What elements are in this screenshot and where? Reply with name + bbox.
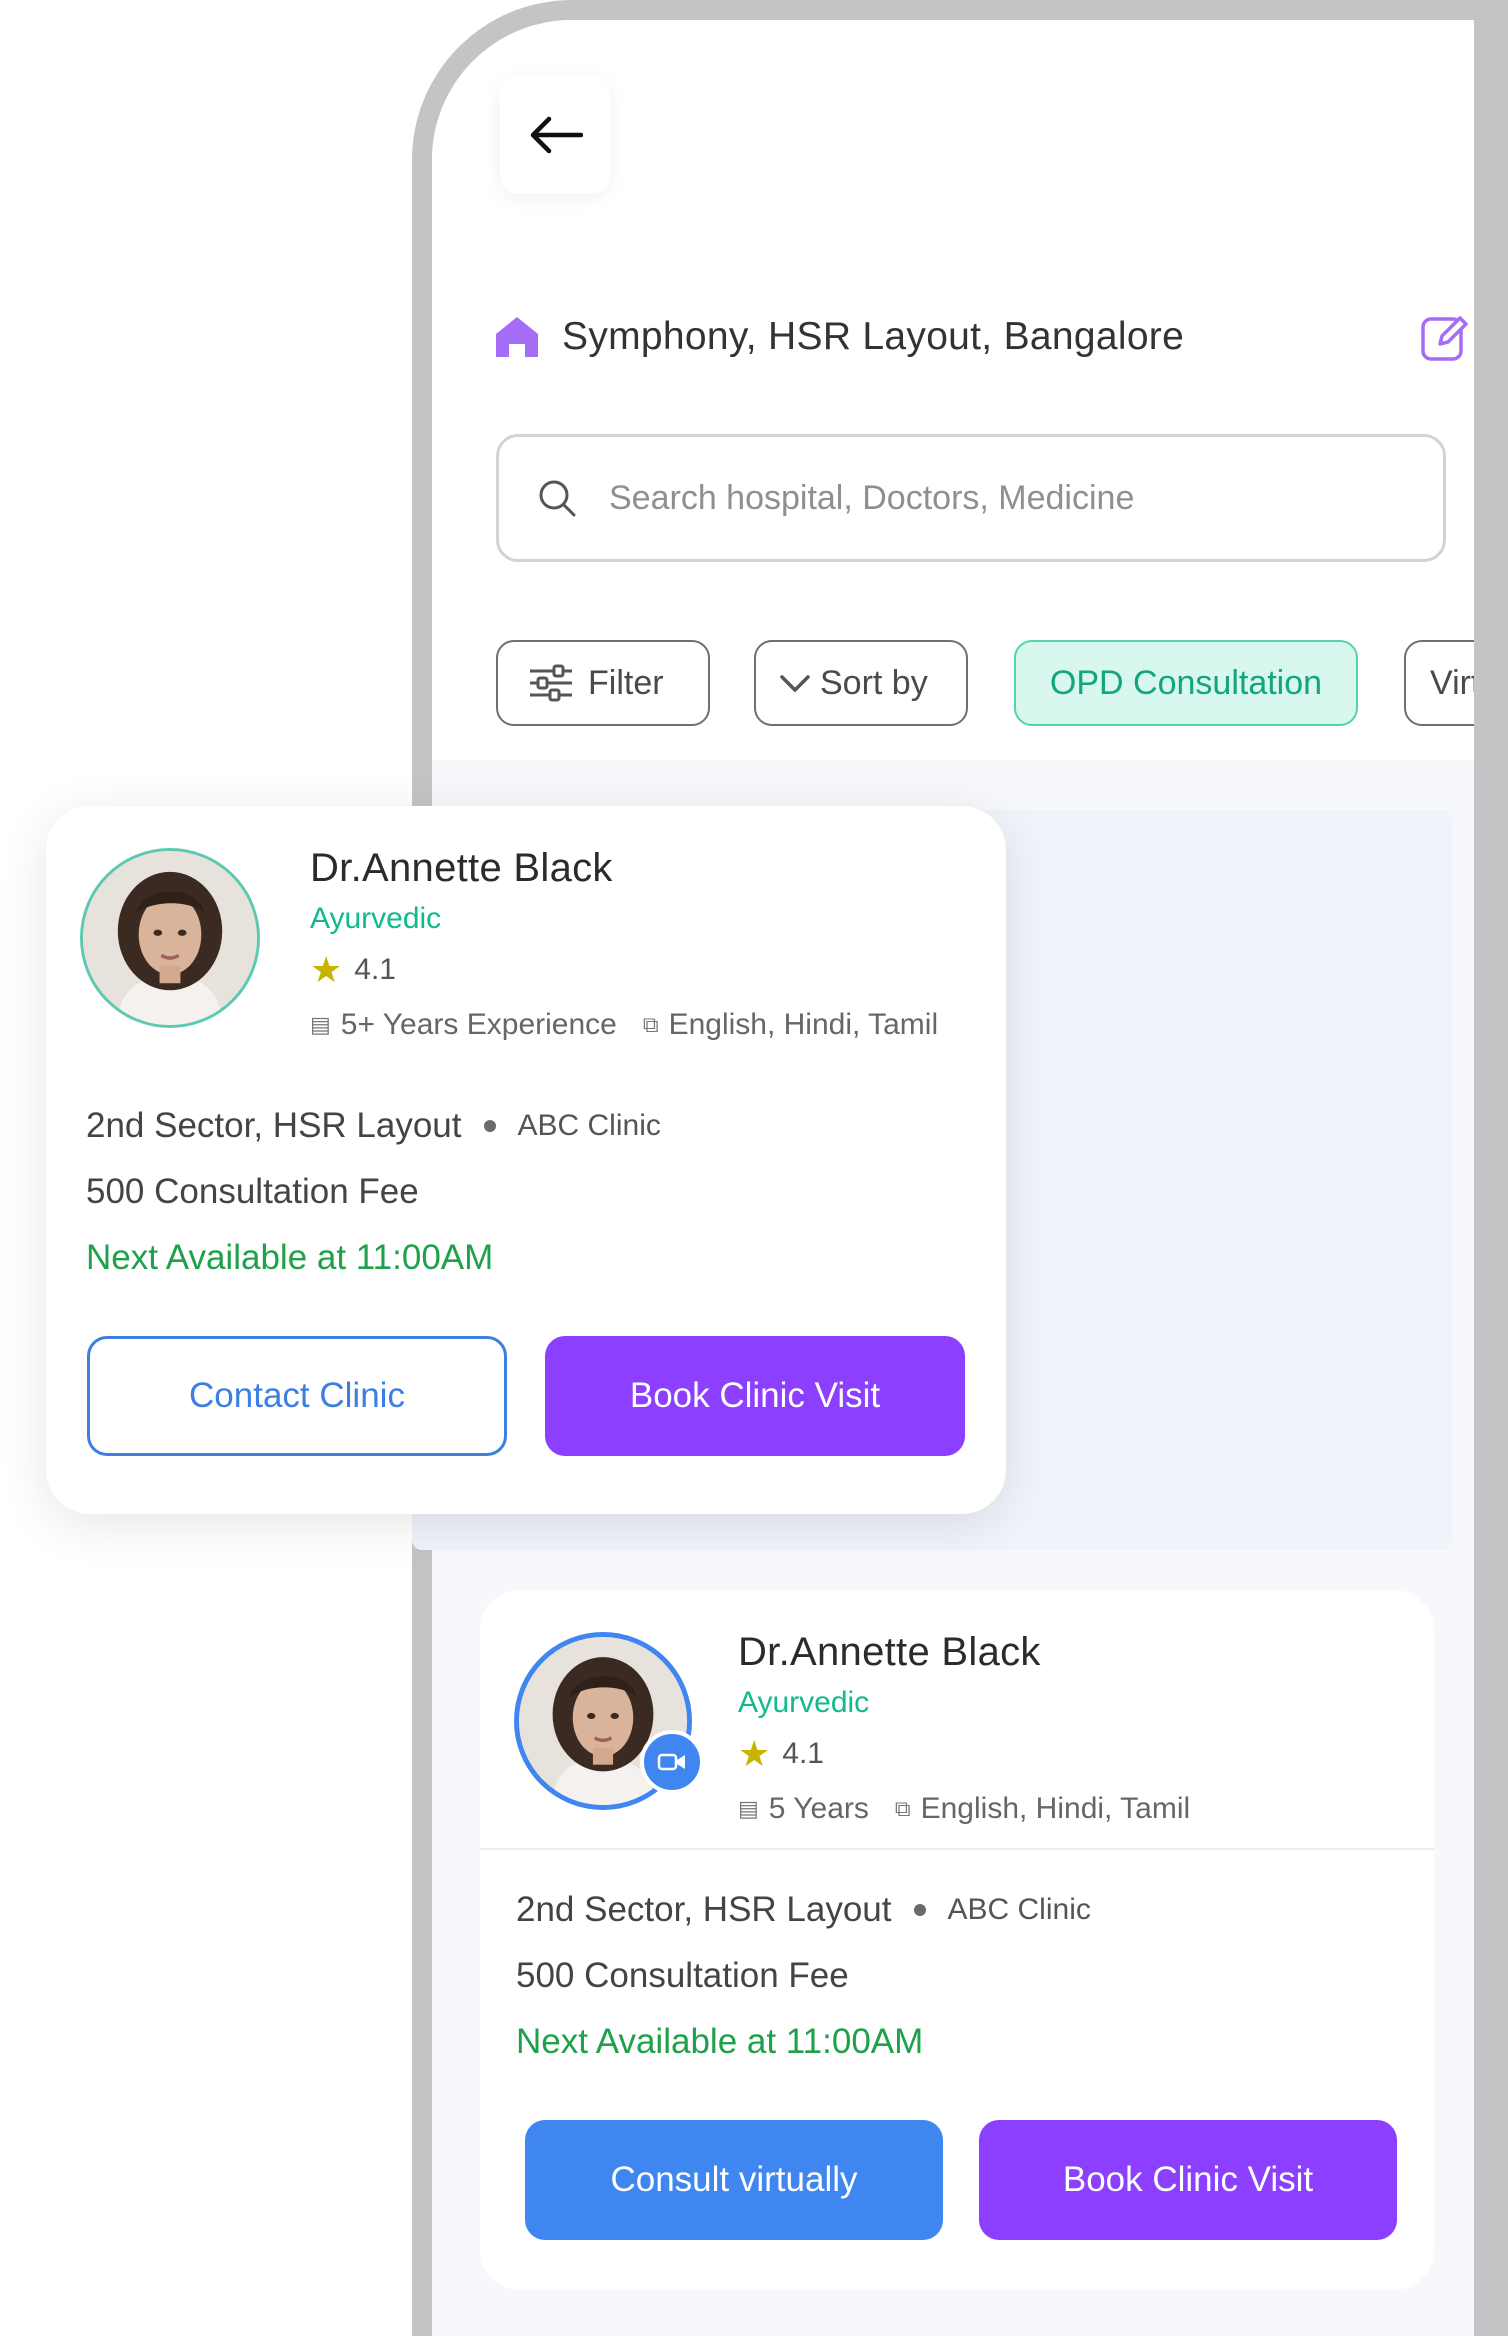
translate-icon: ⧉ <box>642 1012 659 1037</box>
clinic-address: 2nd Sector, HSR Layout ABC Clinic <box>516 1890 1091 1930</box>
filter-chips: Filter Sort by OPD Consultation Virtual <box>496 640 1508 726</box>
sort-chip[interactable]: Sort by <box>754 640 968 726</box>
search-bar[interactable] <box>496 434 1446 562</box>
rating: ★ 4.1 <box>738 1736 824 1772</box>
opd-consultation-chip[interactable]: OPD Consultation <box>1014 640 1358 726</box>
doctor-specialty: Ayurvedic <box>738 1686 870 1719</box>
address-text: 2nd Sector, HSR Layout <box>516 1890 892 1929</box>
separator-dot <box>483 1120 496 1132</box>
doctor-meta: ▤ 5+ Years Experience ⧉ English, Hindi, … <box>310 1008 938 1042</box>
doctor-meta: ▤ 5 Years ⧉ English, Hindi, Tamil <box>738 1792 1190 1826</box>
book-clinic-visit-button[interactable]: Book Clinic Visit <box>545 1336 965 1456</box>
consultation-fee: 500 Consultation Fee <box>516 1956 849 1995</box>
languages-text: English, Hindi, Tamil <box>668 1008 939 1041</box>
home-icon <box>496 317 538 357</box>
edit-icon[interactable] <box>1418 310 1472 364</box>
doctor-photo <box>83 851 257 1025</box>
rating-value: 4.1 <box>782 1737 824 1770</box>
filter-chip[interactable]: Filter <box>496 640 710 726</box>
search-icon <box>539 480 576 517</box>
doctor-name: Dr.Annette Black <box>738 1630 1041 1674</box>
briefcase-icon: ▤ <box>738 1796 759 1821</box>
doctor-card[interactable]: Dr.Annette Black Ayurvedic ★ 4.1 ▤ 5 Yea… <box>480 1590 1434 2290</box>
sort-label: Sort by <box>820 663 928 702</box>
filter-label: Filter <box>588 663 664 702</box>
avatar <box>80 848 260 1028</box>
doctor-specialty: Ayurvedic <box>310 902 442 935</box>
contact-clinic-button[interactable]: Contact Clinic <box>87 1336 507 1456</box>
book-clinic-visit-button[interactable]: Book Clinic Visit <box>979 2120 1397 2240</box>
sliders-icon <box>530 664 572 702</box>
consult-virtually-button[interactable]: Consult virtually <box>525 2120 943 2240</box>
star-icon: ★ <box>738 1733 771 1774</box>
phone-frame-edge <box>1474 0 1508 2336</box>
video-call-icon <box>640 1730 704 1794</box>
chevron-down-icon <box>780 675 810 693</box>
location-text: Symphony, HSR Layout, Bangalore <box>562 315 1185 358</box>
opd-label: OPD Consultation <box>1049 663 1323 702</box>
separator-dot <box>913 1904 926 1916</box>
app-header-area: Symphony, HSR Layout, Bangalore Search h… <box>432 20 1508 760</box>
rating: ★ 4.1 <box>310 952 396 988</box>
address-text: 2nd Sector, HSR Layout <box>86 1106 462 1145</box>
star-icon: ★ <box>310 949 343 990</box>
consultation-fee: 500 Consultation Fee <box>86 1172 419 1211</box>
location-bar: Symphony, HSR Layout, Bangalore <box>492 302 1482 372</box>
card-divider <box>480 1848 1434 1850</box>
experience-text: 5 Years <box>768 1792 869 1825</box>
search-input[interactable] <box>607 477 1371 519</box>
clinic-name: ABC Clinic <box>517 1109 661 1142</box>
next-available: Next Available at 11:00AM <box>86 1238 494 1277</box>
rating-value: 4.1 <box>354 953 396 986</box>
experience-text: 5+ Years Experience <box>340 1008 617 1041</box>
doctor-name: Dr.Annette Black <box>310 846 613 890</box>
translate-icon: ⧉ <box>894 1796 911 1821</box>
next-available: Next Available at 11:00AM <box>516 2022 924 2061</box>
arrow-left-icon <box>530 116 583 154</box>
back-button[interactable] <box>500 76 610 194</box>
clinic-name: ABC Clinic <box>947 1893 1091 1926</box>
languages-text: English, Hindi, Tamil <box>920 1792 1191 1825</box>
briefcase-icon: ▤ <box>310 1012 331 1037</box>
clinic-address: 2nd Sector, HSR Layout ABC Clinic <box>86 1106 661 1146</box>
doctor-card[interactable]: Dr.Annette Black Ayurvedic ★ 4.1 ▤ 5+ Ye… <box>46 806 1006 1514</box>
